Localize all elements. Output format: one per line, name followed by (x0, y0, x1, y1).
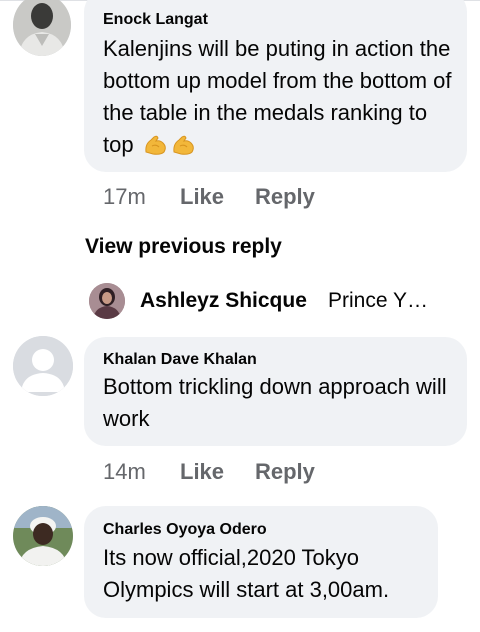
reply-snippet: Prince Y… (328, 289, 428, 312)
comment-actions-2: 14m Like Reply (103, 457, 403, 487)
comment-actions-1: 17m Like Reply (103, 182, 403, 212)
comment-text: Its now official,2020 Tokyo Olympics wil… (103, 545, 390, 602)
profile-photo-icon (89, 283, 125, 319)
reply-button[interactable]: Reply (255, 457, 315, 487)
comment-text: Bottom trickling down approach will work (103, 374, 447, 431)
reply-author[interactable]: Ashleyz Shicque (140, 287, 307, 315)
flexed-biceps-icon (171, 133, 196, 165)
comment-bubble-2[interactable]: Khalan Dave Khalan Bottom trickling down… (84, 337, 467, 446)
flexed-biceps-icon (143, 133, 168, 165)
default-avatar-icon (13, 336, 73, 396)
reply-button[interactable]: Reply (255, 182, 315, 212)
profile-photo-icon (13, 506, 73, 566)
comment-author[interactable]: Khalan Dave Khalan (103, 351, 257, 369)
like-button[interactable]: Like (180, 182, 224, 212)
comment-time: 17m (103, 184, 146, 209)
reply-preview[interactable]: Ashleyz Shicque Prince Y… (89, 283, 469, 319)
comment-bubble-3[interactable]: Charles Oyoya Odero Its now official,202… (84, 506, 438, 618)
comment-bubble-1[interactable]: Enock Langat Kalenjins will be puting in… (84, 0, 467, 172)
profile-photo-icon (13, 0, 71, 56)
comment-author[interactable]: Charles Oyoya Odero (103, 521, 267, 539)
avatar-khalan-dave-khalan[interactable] (13, 336, 73, 396)
view-previous-reply-link[interactable]: View previous reply (85, 232, 282, 262)
avatar-enock-langat[interactable] (13, 0, 71, 56)
avatar-ashleyz-shicque[interactable] (89, 283, 125, 319)
comment-text: Kalenjins will be puting in action the b… (103, 33, 453, 165)
like-button[interactable]: Like (180, 457, 224, 487)
avatar-charles-oyoya-odero[interactable] (13, 506, 73, 566)
comment-author[interactable]: Enock Langat (103, 11, 208, 29)
comment-time: 14m (103, 459, 146, 484)
